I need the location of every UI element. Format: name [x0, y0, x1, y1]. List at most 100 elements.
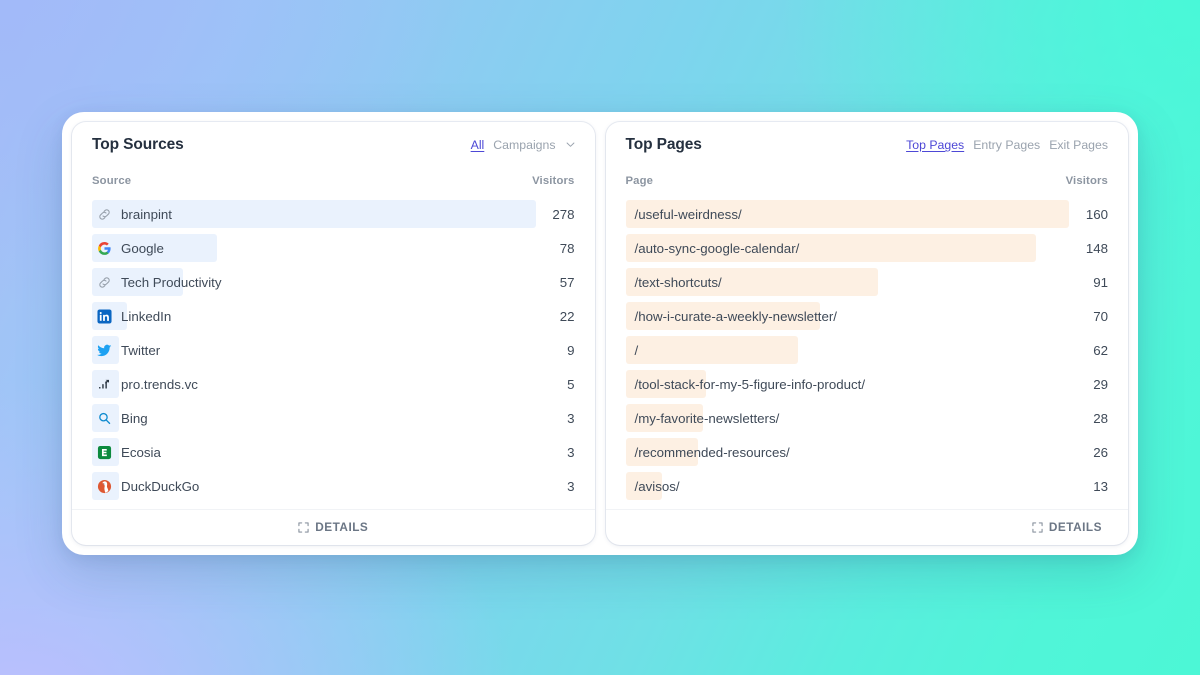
row-label-text: LinkedIn [121, 308, 172, 324]
row-value: 3 [567, 410, 575, 426]
row-value: 5 [567, 376, 575, 392]
twitter-icon [96, 342, 112, 358]
row-value: 91 [1093, 274, 1108, 290]
row-label: /how-i-curate-a-weekly-newsletter/ [626, 309, 1082, 324]
table-row[interactable]: /my-favorite-newsletters/28 [625, 401, 1108, 435]
row-value: 160 [1085, 206, 1108, 222]
column-header-visitors: Visitors [532, 175, 575, 187]
table-row[interactable]: /recommended-resources/26 [625, 435, 1108, 469]
expand-icon [1032, 521, 1043, 533]
details-button-pages[interactable]: DETAILS [1026, 516, 1108, 538]
row-label: pro.trends.vc [92, 376, 555, 392]
tab-exit-pages[interactable]: Exit Pages [1049, 138, 1108, 152]
row-label-text: /recommended-resources/ [634, 444, 790, 460]
panel-footer-top-pages: DETAILS [605, 509, 1128, 545]
bing-icon [96, 410, 112, 426]
row-label: Tech Productivity [92, 274, 548, 290]
table-row[interactable]: /tool-stack-for-my-5-figure-info-product… [625, 367, 1108, 401]
details-label: DETAILS [1048, 520, 1102, 534]
duckduckgo-icon [96, 478, 112, 494]
panel-header-top-pages: Top Pages Top Pages Entry Pages Exit Pag… [626, 136, 1109, 166]
row-label-text: /useful-weirdness/ [634, 206, 742, 222]
details-label: DETAILS [315, 520, 369, 534]
row-label-text: / [634, 342, 639, 358]
source-filter-tabs: All Campaigns [471, 138, 575, 152]
page-title-top-pages: Top Pages [625, 136, 702, 153]
row-label-text: Tech Productivity [121, 274, 222, 290]
panel-top-sources: Top Sources All Campaigns Source Visitor… [72, 122, 595, 545]
row-label: Twitter [92, 342, 555, 358]
row-label: /auto-sync-google-calendar/ [626, 241, 1074, 256]
table-row[interactable]: /how-i-curate-a-weekly-newsletter/70 [625, 299, 1108, 333]
link-icon [96, 206, 112, 222]
column-headers-pages: Page Visitors [626, 168, 1109, 194]
row-value: 3 [567, 444, 575, 460]
table-row[interactable]: Tech Productivity 57 [92, 265, 575, 299]
row-value: 22 [559, 308, 575, 324]
table-row[interactable]: LinkedIn 22 [92, 299, 575, 333]
chevron-down-icon[interactable] [566, 140, 575, 149]
row-value: 57 [559, 274, 575, 290]
google-icon [96, 240, 112, 256]
row-label-text: /my-favorite-newsletters/ [634, 410, 780, 426]
divider [72, 509, 595, 510]
row-label: /my-favorite-newsletters/ [626, 411, 1082, 426]
source-list: brainpint 278 Google 78 Tech Productivity 57 L… [92, 194, 575, 509]
row-label-text: /tool-stack-for-my-5-figure-info-product… [634, 376, 866, 392]
row-value: 62 [1093, 342, 1108, 358]
column-header-visitors: Visitors [1065, 175, 1108, 187]
row-label-text: DuckDuckGo [121, 478, 200, 494]
row-label: Bing [92, 410, 555, 426]
row-label: brainpint [92, 206, 540, 222]
row-label: Ecosia [92, 444, 555, 460]
row-label-text: Ecosia [121, 444, 161, 460]
divider [605, 509, 1128, 510]
column-headers-sources: Source Visitors [92, 168, 575, 194]
column-header-source: Source [92, 175, 132, 187]
tab-campaigns[interactable]: Campaigns [493, 138, 555, 152]
row-label-text: Twitter [121, 342, 161, 358]
page-list: /useful-weirdness/160/auto-sync-google-c… [625, 194, 1108, 509]
row-label: DuckDuckGo [92, 478, 555, 494]
details-button-sources[interactable]: DETAILS [292, 516, 374, 538]
column-header-page: Page [625, 175, 654, 187]
table-row[interactable]: Twitter 9 [92, 333, 575, 367]
table-row[interactable]: Ecosia 3 [92, 435, 575, 469]
trends-icon [96, 376, 112, 392]
table-row[interactable]: /text-shortcuts/91 [625, 265, 1108, 299]
link-icon [96, 274, 112, 290]
row-label: /tool-stack-for-my-5-figure-info-product… [626, 377, 1082, 392]
pages-filter-tabs: Top Pages Entry Pages Exit Pages [906, 138, 1108, 152]
table-row[interactable]: Google 78 [92, 231, 575, 265]
table-row[interactable]: Bing 3 [92, 401, 575, 435]
row-label: /recommended-resources/ [626, 445, 1082, 460]
row-label: LinkedIn [92, 308, 548, 324]
ecosia-icon [96, 444, 112, 460]
table-row[interactable]: pro.trends.vc 5 [92, 367, 575, 401]
row-label-text: /how-i-curate-a-weekly-newsletter/ [634, 308, 837, 324]
linkedin-icon [96, 308, 112, 324]
tab-all[interactable]: All [471, 138, 485, 152]
expand-icon [298, 521, 309, 533]
table-row[interactable]: /auto-sync-google-calendar/148 [625, 231, 1108, 265]
tab-top-pages[interactable]: Top Pages [906, 138, 964, 152]
dashboard-frame: Top Sources All Campaigns Source Visitor… [62, 112, 1138, 555]
row-value: 3 [567, 478, 575, 494]
row-label-text: /avisos/ [634, 478, 680, 494]
table-row[interactable]: / 62 [625, 333, 1108, 367]
row-value: 70 [1093, 308, 1108, 324]
panel-footer-top-sources: DETAILS [72, 509, 595, 545]
row-label-text: pro.trends.vc [121, 376, 198, 392]
panel-header-top-sources: Top Sources All Campaigns [92, 136, 575, 166]
table-row[interactable]: brainpint 278 [92, 197, 575, 231]
row-label: / [626, 343, 1082, 358]
row-value: 13 [1093, 478, 1108, 494]
table-row[interactable]: DuckDuckGo 3 [92, 469, 575, 503]
table-row[interactable]: /useful-weirdness/160 [625, 197, 1108, 231]
row-value: 28 [1093, 410, 1108, 426]
row-label: Google [92, 240, 548, 256]
tab-entry-pages[interactable]: Entry Pages [973, 138, 1040, 152]
row-label: /avisos/ [626, 479, 1082, 494]
table-row[interactable]: /avisos/13 [625, 469, 1108, 503]
panel-top-pages: Top Pages Top Pages Entry Pages Exit Pag… [605, 122, 1128, 545]
